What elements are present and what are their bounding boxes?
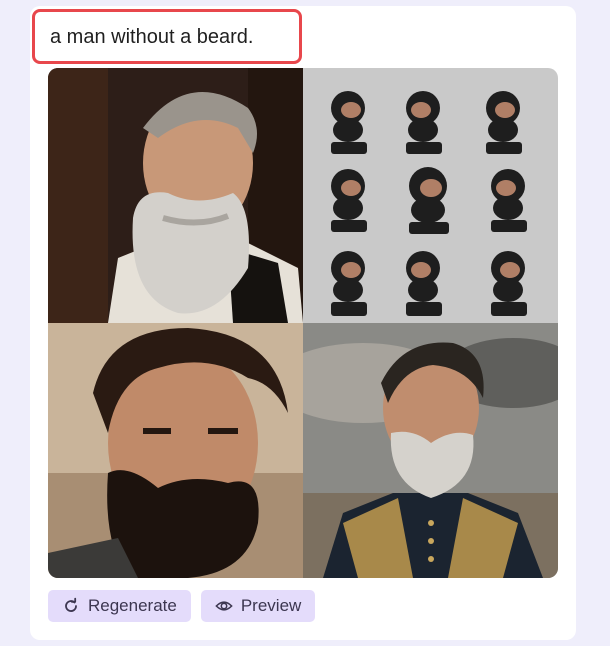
preview-label: Preview — [240, 596, 302, 615]
generated-image-3[interactable] — [48, 323, 303, 578]
generated-image-1[interactable] — [48, 68, 303, 323]
generated-image-2[interactable] — [303, 68, 558, 323]
prompt-text: a man without a beard. — [32, 9, 302, 64]
regenerate-button[interactable]: Regenerate — [48, 590, 191, 622]
image-grid — [48, 68, 558, 578]
regenerate-label: Regenerate — [88, 596, 177, 615]
generated-image-4[interactable] — [303, 323, 558, 578]
preview-button[interactable]: Preview — [200, 590, 316, 622]
result-card: a man without a beard. Regenerate Previe… — [30, 6, 576, 640]
eye-icon — [215, 597, 233, 615]
action-bar: Regenerate Preview — [48, 590, 316, 622]
refresh-icon — [62, 597, 80, 615]
